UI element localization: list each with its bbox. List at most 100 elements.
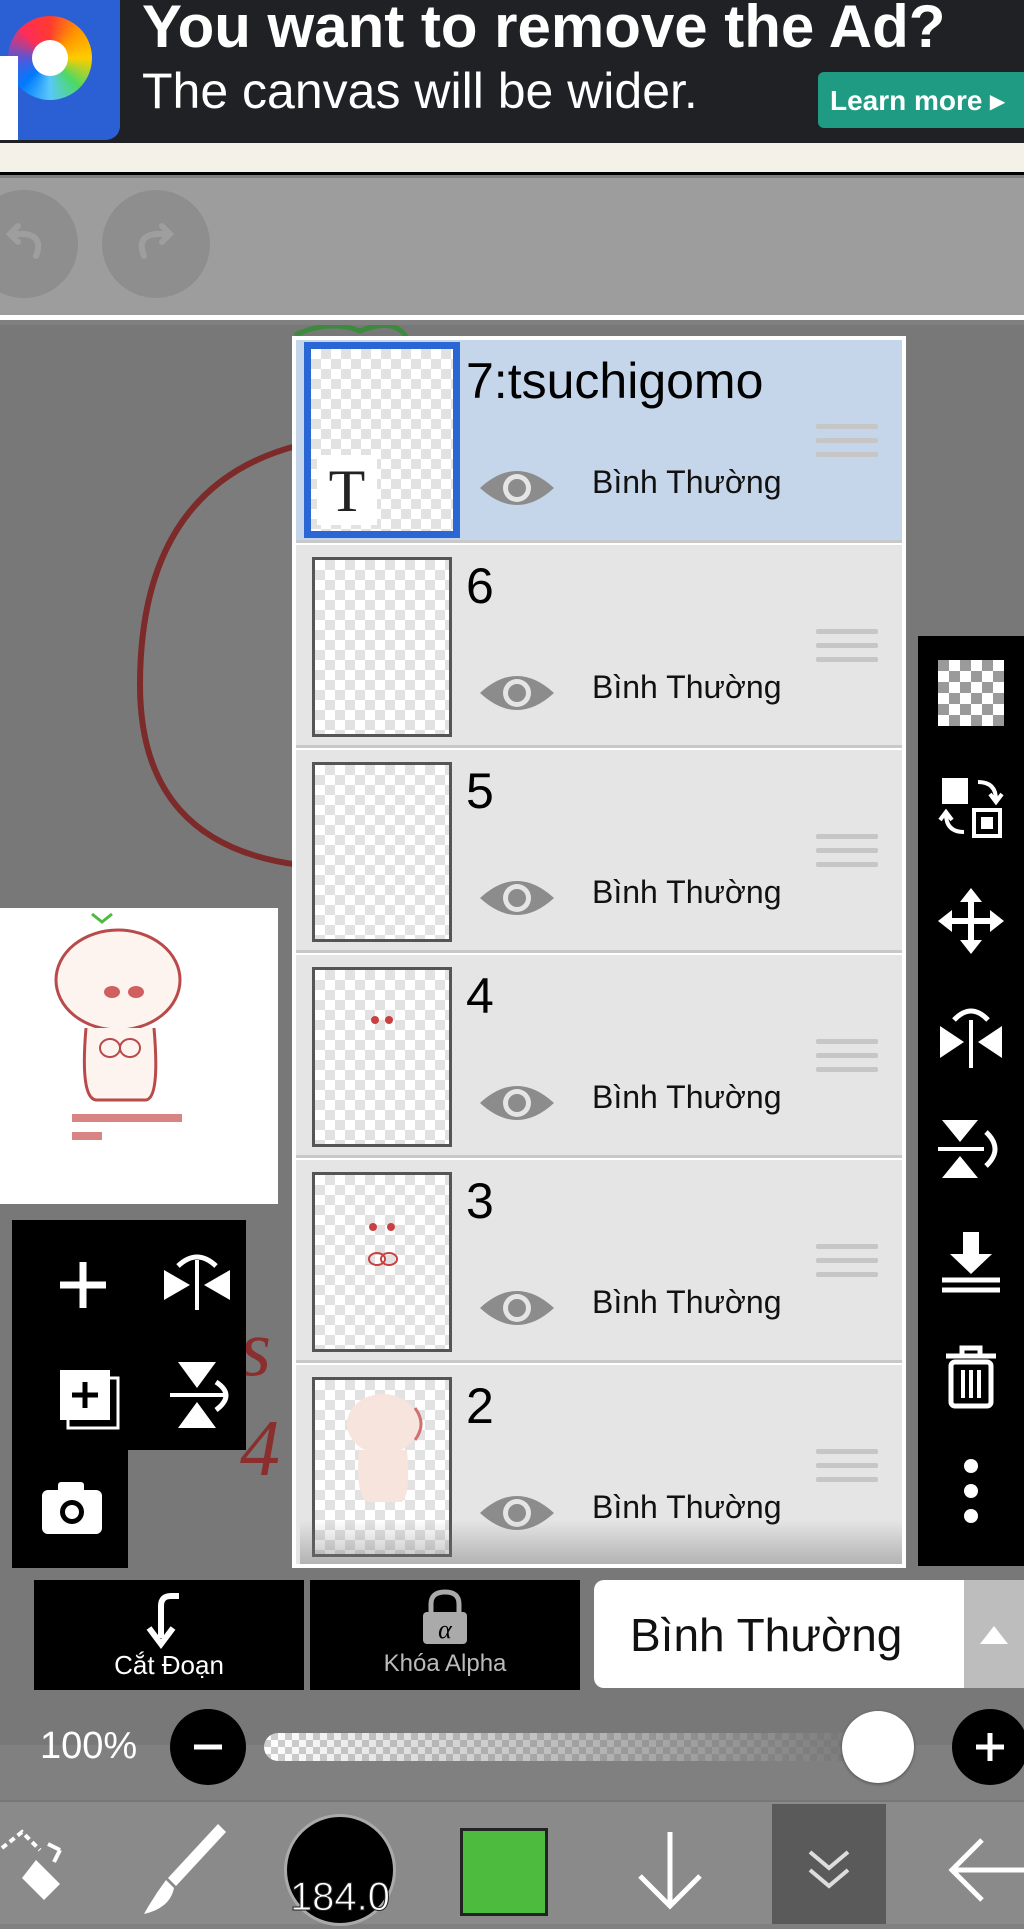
layer-row[interactable]: T 7:tsuchigomo Bình Thường [296, 340, 902, 543]
flip-layer-vertical-button[interactable] [152, 1350, 242, 1440]
collapse-panel-button[interactable] [772, 1804, 886, 1924]
layer-blend-mode: Bình Thường [592, 669, 782, 705]
opacity-decrease-button[interactable] [170, 1709, 246, 1785]
layer-thumbnail-art [368, 1223, 398, 1266]
clipping-icon [146, 1593, 179, 1649]
ad-divider [0, 143, 1024, 175]
camera-icon [42, 1482, 102, 1534]
layer-thumbnail-art [371, 1016, 393, 1024]
drag-handle-icon[interactable] [816, 629, 878, 671]
layer-down-button[interactable] [620, 1810, 720, 1920]
alpha-lock-button[interactable]: α Khóa Alpha [310, 1580, 580, 1690]
copy-layer-button[interactable] [938, 774, 1004, 840]
layer-blend-mode: Bình Thường [592, 1079, 782, 1115]
alpha-lock-label: Khóa Alpha [383, 1650, 507, 1677]
double-chevron-down-icon [808, 1850, 850, 1889]
svg-text:α: α [438, 1615, 453, 1644]
layer-thumbnail [312, 557, 452, 737]
flip-horizontal-button[interactable] [938, 1002, 1004, 1068]
brush-icon [144, 1824, 226, 1914]
flip-horizontal-icon [164, 1254, 230, 1310]
back-button[interactable] [940, 1810, 1024, 1920]
layer-thumbnail [312, 1172, 452, 1352]
arrow-left-icon [948, 1838, 1024, 1902]
flip-horizontal-icon [940, 1008, 1002, 1068]
minus-icon [194, 1744, 222, 1750]
drag-handle-icon[interactable] [816, 1244, 878, 1286]
merge-down-button[interactable] [938, 1230, 1004, 1296]
delete-layer-button[interactable] [938, 1344, 1004, 1410]
transparent-bg-button[interactable] [938, 660, 1004, 726]
opacity-value: 100% [40, 1725, 138, 1767]
layer-name: 4 [466, 968, 494, 1024]
alpha-lock-icon: α [423, 1589, 467, 1644]
eye-icon[interactable] [476, 870, 558, 926]
opacity-slider-fill [264, 1733, 914, 1761]
layer-panel: T 7:tsuchigomo Bình Thường 6 Bình Thường [292, 336, 906, 1568]
add-layer-button[interactable] [38, 1240, 128, 1330]
plus-icon [976, 1733, 1004, 1761]
layer-blend-mode: Bình Thường [592, 874, 782, 910]
clipping-label: Cắt Đoạn [114, 1650, 224, 1680]
layer-thumbnail: T [304, 342, 460, 538]
opacity-control: 100% [0, 1705, 1024, 1785]
add-copy-icon [60, 1370, 120, 1430]
ibispaint-logo-icon [0, 0, 120, 140]
copy-layer-icon [938, 778, 1004, 838]
layer-row[interactable]: 6 Bình Thường [296, 545, 902, 748]
layer-thumbnail [312, 762, 452, 942]
color-picker-swatch[interactable] [460, 1828, 548, 1916]
flip-vertical-icon [938, 1120, 998, 1178]
layer-quick-tools [12, 1220, 246, 1450]
ad-subtitle: The canvas will be wider. [142, 63, 698, 119]
transparent-bg-icon [938, 660, 1004, 726]
flip-layer-horizontal-button[interactable] [152, 1240, 242, 1330]
blend-mode-value: Bình Thường [630, 1609, 903, 1661]
layer-row[interactable]: 3 Bình Thường [296, 1160, 902, 1363]
layer-row[interactable]: 4 Bình Thường [296, 955, 902, 1158]
move-layer-button[interactable] [938, 888, 1004, 954]
brush-tool-button[interactable] [130, 1810, 230, 1920]
more-options-button[interactable] [938, 1458, 1004, 1524]
import-photo-button[interactable] [26, 1462, 116, 1552]
eye-icon[interactable] [476, 665, 558, 721]
canvas-preview [0, 908, 278, 1204]
merge-down-icon [942, 1232, 1000, 1293]
eye-icon[interactable] [476, 1075, 558, 1131]
selection-tool-button[interactable] [0, 1810, 80, 1920]
drag-handle-icon[interactable] [816, 1039, 878, 1081]
eye-icon[interactable] [476, 460, 558, 516]
undo-icon [5, 223, 42, 259]
drag-handle-icon[interactable] [816, 1449, 878, 1491]
more-icon [964, 1459, 978, 1523]
layer-name: 5 [466, 763, 494, 819]
blend-mode-select[interactable]: Bình Thường [594, 1580, 964, 1688]
drag-handle-icon[interactable] [816, 424, 878, 466]
move-icon [938, 888, 1004, 954]
brush-size-button[interactable]: 184.0 [284, 1814, 396, 1926]
redo-button[interactable] [102, 190, 210, 298]
learn-more-button[interactable]: Learn more ▸ [818, 72, 1024, 128]
layer-row[interactable]: 5 Bình Thường [296, 750, 902, 953]
clipping-button[interactable]: Cắt Đoạn [34, 1580, 304, 1690]
flip-vertical-button[interactable] [938, 1116, 1004, 1182]
svg-text:4: 4 [240, 1405, 280, 1493]
scroll-fade [300, 1520, 902, 1564]
layer-name: 6 [466, 558, 494, 614]
eye-icon[interactable] [476, 1280, 558, 1336]
redo-icon [138, 223, 175, 259]
blend-mode-dropdown-button[interactable] [964, 1580, 1024, 1688]
ad-banner[interactable]: You want to remove the Ad? The canvas wi… [0, 0, 1024, 143]
add-layer-icon [60, 1262, 106, 1308]
layer-tools-sidebar [918, 636, 1024, 1566]
opacity-slider-handle[interactable] [842, 1711, 914, 1783]
drag-handle-icon[interactable] [816, 834, 878, 876]
opacity-increase-button[interactable] [952, 1709, 1024, 1785]
brush-size-value: 184.0 [289, 1875, 391, 1920]
camera-tool-panel [12, 1448, 128, 1568]
layer-name: 2 [466, 1378, 494, 1434]
opacity-slider[interactable] [264, 1733, 914, 1761]
ad-title: You want to remove the Ad? [142, 0, 946, 60]
add-copy-layer-button[interactable] [38, 1350, 128, 1440]
layer-blend-mode: Bình Thường [592, 1284, 782, 1320]
